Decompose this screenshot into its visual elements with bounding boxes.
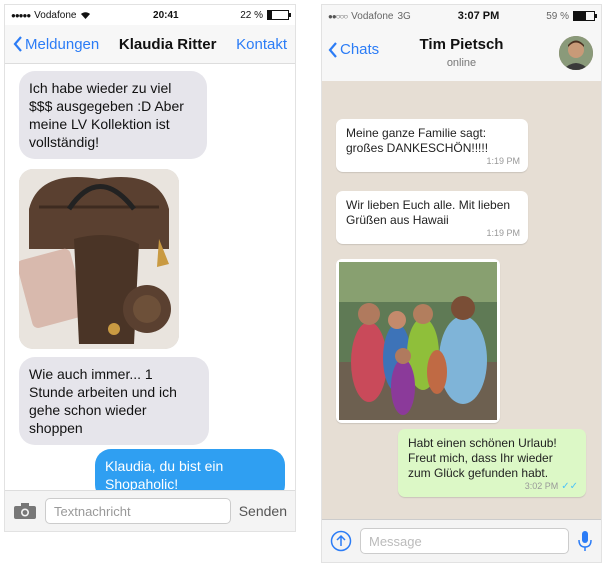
carrier-label: Vodafone (34, 9, 77, 21)
status-bar: ●●○○○ Vodafone 3G 3:07 PM 59 % (322, 5, 601, 27)
clock: 3:07 PM (457, 10, 500, 22)
message-text: Habt einen schönen Urlaub! Freut mich, d… (408, 436, 557, 480)
message-time: 3:02 PM ✓✓ (524, 481, 578, 492)
message-time: 1:19 PM (486, 156, 520, 166)
imessage-screen: ●●●●● Vodafone 20:41 22 % Meldungen Klau… (4, 4, 296, 532)
back-button[interactable]: Meldungen (13, 36, 99, 53)
message-input[interactable]: Message (360, 528, 569, 554)
photo-message-family[interactable] (336, 259, 500, 423)
conversation-title: Klaudia Ritter (118, 35, 217, 53)
battery-percent: 59 % (546, 10, 569, 22)
message-input[interactable]: Textnachricht (45, 498, 231, 524)
nav-bar: Chats Tim Pietsch online (322, 27, 601, 82)
avatar[interactable] (559, 36, 593, 70)
compose-bar: Message (322, 519, 601, 562)
message-list: Ich habe wieder zu viel $$$ ausgegeben :… (5, 65, 295, 501)
louis-vuitton-bags-image (19, 169, 179, 349)
camera-icon[interactable] (13, 502, 37, 520)
battery-icon (573, 11, 597, 21)
battery-percent: 22 % (240, 9, 263, 21)
message-bubble-incoming: Meine ganze Familie sagt: großes DANKESC… (336, 119, 528, 172)
microphone-icon[interactable] (577, 530, 593, 552)
back-label: Meldungen (25, 35, 100, 53)
message-bubble-incoming: Ich habe wieder zu viel $$$ ausgegeben :… (19, 71, 207, 159)
signal-icon: ●●○○○ (328, 11, 348, 21)
nav-bar: Meldungen Klaudia Ritter Kontakt (5, 25, 295, 64)
signal-icon: ●●●●● (11, 10, 31, 20)
network-label: 3G (397, 10, 411, 22)
family-photo-image (339, 262, 497, 420)
compose-bar: Textnachricht Senden (5, 490, 295, 531)
upload-icon[interactable] (330, 530, 352, 552)
message-text: Meine ganze Familie sagt: großes DANKESC… (346, 126, 489, 155)
clock: 20:41 (153, 9, 179, 21)
wifi-icon (81, 12, 91, 19)
status-bar: ●●●●● Vodafone 20:41 22 % (5, 5, 295, 25)
message-time: 1:19 PM (486, 228, 520, 238)
contact-button[interactable]: Kontakt (236, 36, 287, 53)
message-bubble-outgoing: Habt einen schönen Urlaub! Freut mich, d… (398, 429, 586, 497)
contact-photo (559, 36, 593, 70)
message-list: Meine ganze Familie sagt: großes DANKESC… (322, 81, 601, 520)
message-bubble-incoming: Wir lieben Euch alle. Mit lieben Grüßen … (336, 191, 528, 244)
send-button[interactable]: Senden (239, 503, 287, 519)
message-text: Wir lieben Euch alle. Mit lieben Grüßen … (346, 198, 511, 227)
whatsapp-screen: ●●○○○ Vodafone 3G 3:07 PM 59 % Chats Tim… (321, 4, 602, 563)
chevron-left-icon (13, 36, 22, 52)
message-bubble-incoming: Wie auch immer... 1 Stunde arbeiten und … (19, 357, 209, 445)
double-check-icon: ✓✓ (561, 481, 578, 492)
carrier-label: Vodafone (351, 10, 394, 22)
battery-icon (267, 10, 291, 20)
photo-message-bags[interactable] (19, 169, 179, 349)
